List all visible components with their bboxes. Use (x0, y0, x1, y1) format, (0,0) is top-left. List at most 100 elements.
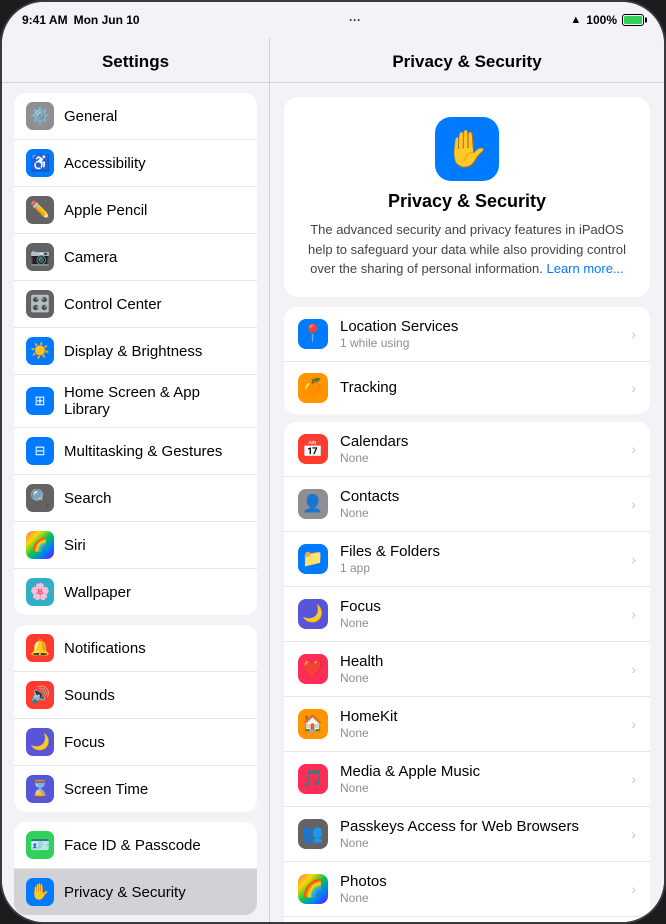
settings-group-1: ⚙️ General ♿ Accessibility ✏️ Apple Penc… (14, 93, 257, 615)
menu-item-passkeys[interactable]: 👥 Passkeys Access for Web Browsers None … (284, 807, 650, 862)
hero-learn-more-link[interactable]: Learn more... (546, 261, 623, 276)
right-panel[interactable]: Privacy & Security ✋ Privacy & Security … (270, 38, 664, 924)
sidebar-item-notifications[interactable]: 🔔 Notifications (14, 625, 257, 672)
notifications-label: Notifications (64, 640, 146, 657)
menu-item-health[interactable]: ❤️ Health None › (284, 642, 650, 697)
hero-icon: ✋ (435, 117, 499, 181)
menu-item-files-folders[interactable]: 📁 Files & Folders 1 app › (284, 532, 650, 587)
focus-label: Focus (64, 734, 105, 751)
sidebar-item-home-screen[interactable]: ⊞ Home Screen & App Library (14, 375, 257, 428)
sounds-label: Sounds (64, 687, 115, 704)
photos-text: Photos None (340, 873, 619, 905)
menu-group-privacy: 📅 Calendars None › 👤 Contacts None › (284, 422, 650, 924)
files-folders-icon: 📁 (298, 544, 328, 574)
homekit-icon: 🏠 (298, 709, 328, 739)
apple-pencil-icon: ✏️ (26, 196, 54, 224)
sidebar-item-sounds[interactable]: 🔊 Sounds (14, 672, 257, 719)
sidebar-item-apple-pencil[interactable]: ✏️ Apple Pencil (14, 187, 257, 234)
siri-label: Siri (64, 537, 86, 554)
menu-item-calendars[interactable]: 📅 Calendars None › (284, 422, 650, 477)
sidebar-item-siri[interactable]: 🌈 Siri (14, 522, 257, 569)
sidebar[interactable]: Settings ⚙️ General ♿ Accessibility ✏️ A… (2, 38, 270, 924)
calendars-icon: 📅 (298, 434, 328, 464)
location-services-sub: 1 while using (340, 336, 619, 350)
sidebar-item-face-id[interactable]: 🪪 Face ID & Passcode (14, 822, 257, 869)
sidebar-item-multitasking[interactable]: ⊟ Multitasking & Gestures (14, 428, 257, 475)
menu-item-contacts[interactable]: 👤 Contacts None › (284, 477, 650, 532)
hero-card: ✋ Privacy & Security The advanced securi… (284, 97, 650, 297)
battery-icon (622, 14, 644, 26)
sidebar-item-control-center[interactable]: 🎛️ Control Center (14, 281, 257, 328)
focus-privacy-chevron: › (631, 606, 636, 622)
face-id-icon: 🪪 (26, 831, 54, 859)
sidebar-item-focus[interactable]: 🌙 Focus (14, 719, 257, 766)
privacy-security-label: Privacy & Security (64, 884, 186, 901)
sidebar-title: Settings (2, 38, 269, 83)
contacts-label: Contacts (340, 488, 619, 505)
search-icon: 🔍 (26, 484, 54, 512)
health-label: Health (340, 653, 619, 670)
menu-item-tracking[interactable]: 🍊 Tracking › (284, 362, 650, 414)
tracking-chevron: › (631, 380, 636, 396)
sidebar-item-display-brightness[interactable]: ☀️ Display & Brightness (14, 328, 257, 375)
search-label: Search (64, 490, 112, 507)
status-left: 9:41 AM Mon Jun 10 (22, 13, 140, 27)
sidebar-item-accessibility[interactable]: ♿ Accessibility (14, 140, 257, 187)
menu-item-location-services[interactable]: 📍 Location Services 1 while using › (284, 307, 650, 362)
screen-time-icon: ⌛ (26, 775, 54, 803)
health-text: Health None (340, 653, 619, 685)
health-icon: ❤️ (298, 654, 328, 684)
accessibility-icon: ♿ (26, 149, 54, 177)
menu-item-media-apple-music[interactable]: 🎵 Media & Apple Music None › (284, 752, 650, 807)
battery-percent: 100% (586, 13, 617, 27)
privacy-security-icon: ✋ (26, 878, 54, 906)
menu-item-reminders[interactable]: 📋 Reminders None › (284, 917, 650, 924)
health-chevron: › (631, 661, 636, 677)
contacts-icon: 👤 (298, 489, 328, 519)
location-services-icon: 📍 (298, 319, 328, 349)
siri-icon: 🌈 (26, 531, 54, 559)
wallpaper-icon: 🌸 (26, 578, 54, 606)
media-apple-music-chevron: › (631, 771, 636, 787)
menu-item-photos[interactable]: 🌈 Photos None › (284, 862, 650, 917)
contacts-sub: None (340, 506, 619, 520)
contacts-text: Contacts None (340, 488, 619, 520)
homekit-label: HomeKit (340, 708, 619, 725)
location-services-label: Location Services (340, 318, 619, 335)
sidebar-item-wallpaper[interactable]: 🌸 Wallpaper (14, 569, 257, 615)
notifications-icon: 🔔 (26, 634, 54, 662)
photos-label: Photos (340, 873, 619, 890)
accessibility-label: Accessibility (64, 155, 146, 172)
passkeys-sub: None (340, 836, 619, 850)
sounds-icon: 🔊 (26, 681, 54, 709)
time-display: 9:41 AM (22, 13, 68, 27)
screen-time-label: Screen Time (64, 781, 148, 798)
location-services-chevron: › (631, 326, 636, 342)
face-id-label: Face ID & Passcode (64, 837, 201, 854)
device-frame: 9:41 AM Mon Jun 10 ··· ▲ 100% Settings ⚙… (0, 0, 666, 924)
general-label: General (64, 108, 117, 125)
sidebar-item-search[interactable]: 🔍 Search (14, 475, 257, 522)
menu-item-homekit[interactable]: 🏠 HomeKit None › (284, 697, 650, 752)
wallpaper-label: Wallpaper (64, 584, 131, 601)
focus-privacy-sub: None (340, 616, 619, 630)
homekit-text: HomeKit None (340, 708, 619, 740)
calendars-chevron: › (631, 441, 636, 457)
media-apple-music-sub: None (340, 781, 619, 795)
calendars-label: Calendars (340, 433, 619, 450)
photos-icon: 🌈 (298, 874, 328, 904)
sidebar-item-general[interactable]: ⚙️ General (14, 93, 257, 140)
sidebar-item-privacy-security[interactable]: ✋ Privacy & Security (14, 869, 257, 915)
homekit-chevron: › (631, 716, 636, 732)
passkeys-icon: 👥 (298, 819, 328, 849)
passkeys-chevron: › (631, 826, 636, 842)
display-brightness-icon: ☀️ (26, 337, 54, 365)
home-screen-label: Home Screen & App Library (64, 384, 245, 418)
menu-item-focus-privacy[interactable]: 🌙 Focus None › (284, 587, 650, 642)
homekit-sub: None (340, 726, 619, 740)
sidebar-item-screen-time[interactable]: ⌛ Screen Time (14, 766, 257, 812)
health-sub: None (340, 671, 619, 685)
sidebar-item-camera[interactable]: 📷 Camera (14, 234, 257, 281)
status-center: ··· (349, 13, 361, 27)
control-center-icon: 🎛️ (26, 290, 54, 318)
